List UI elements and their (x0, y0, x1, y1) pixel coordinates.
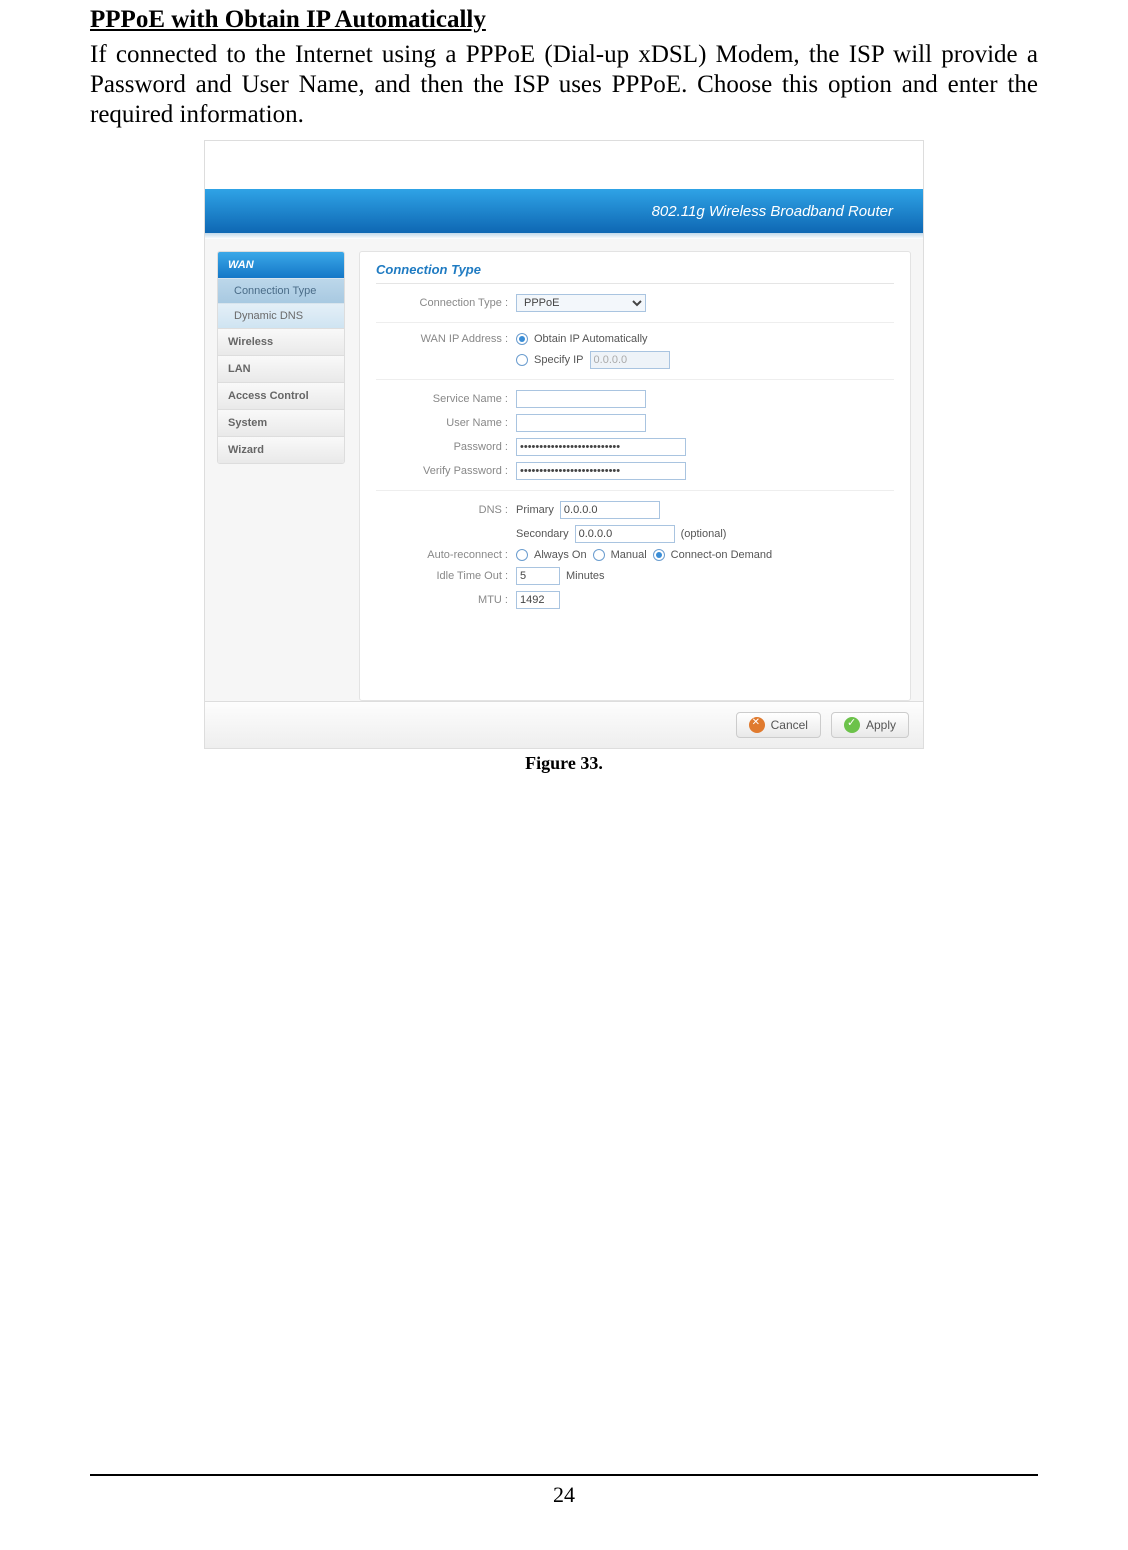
sidebar-item-lan[interactable]: LAN (218, 355, 344, 382)
text-dns-secondary: Secondary (516, 528, 569, 540)
input-idle-timeout[interactable] (516, 567, 560, 585)
apply-label: Apply (866, 718, 896, 732)
page-footer-rule (90, 1474, 1038, 1476)
divider-3 (376, 490, 894, 491)
sidebar-item-access-control[interactable]: Access Control (218, 382, 344, 409)
radio-connect-on-demand[interactable] (653, 549, 665, 561)
input-mtu[interactable] (516, 591, 560, 609)
divider-1 (376, 322, 894, 323)
apply-button[interactable]: Apply (831, 712, 909, 738)
row-dns-primary: DNS : Primary (376, 501, 894, 519)
input-password[interactable] (516, 438, 686, 456)
label-connection-type: Connection Type : (376, 297, 516, 309)
radio-always-on[interactable] (516, 549, 528, 561)
radio-specify-ip[interactable] (516, 354, 528, 366)
text-obtain-ip: Obtain IP Automatically (534, 333, 648, 345)
screenshot-body: WAN Connection Type Dynamic DNS Wireless… (205, 239, 923, 701)
input-dns-primary[interactable] (560, 501, 660, 519)
banner: 802.11g Wireless Broadband Router (205, 189, 923, 233)
figure-caption: Figure 33. (90, 753, 1038, 774)
text-dns-primary: Primary (516, 504, 554, 516)
text-idle-unit: Minutes (566, 570, 605, 582)
sidebar-item-wireless[interactable]: Wireless (218, 328, 344, 355)
radio-manual[interactable] (593, 549, 605, 561)
row-verify-password: Verify Password : (376, 462, 894, 480)
figure-wrapper: 802.11g Wireless Broadband Router WAN Co… (90, 140, 1038, 774)
input-verify-password[interactable] (516, 462, 686, 480)
row-idle-timeout: Idle Time Out : Minutes (376, 567, 894, 585)
sidebar-sub-connection-type[interactable]: Connection Type (218, 278, 344, 303)
label-service-name: Service Name : (376, 393, 516, 405)
page-number: 24 (90, 1482, 1038, 1508)
input-service-name[interactable] (516, 390, 646, 408)
row-mtu: MTU : (376, 591, 894, 609)
row-connection-type: Connection Type : PPPoE (376, 294, 894, 312)
banner-title: 802.11g Wireless Broadband Router (652, 203, 893, 220)
cancel-label: Cancel (771, 718, 808, 732)
cancel-icon (749, 717, 765, 733)
text-manual: Manual (611, 549, 647, 561)
label-auto-reconnect: Auto-reconnect : (376, 549, 516, 561)
section-title: PPPoE with Obtain IP Automatically (90, 6, 1038, 34)
row-dns-secondary: Secondary (optional) (376, 525, 894, 543)
row-password: Password : (376, 438, 894, 456)
sidebar-item-system[interactable]: System (218, 409, 344, 436)
screenshot-top-whitespace (205, 141, 923, 189)
label-password: Password : (376, 441, 516, 453)
radio-obtain-ip[interactable] (516, 333, 528, 345)
main-panel: Connection Type Connection Type : PPPoE … (359, 251, 911, 701)
cancel-button[interactable]: Cancel (736, 712, 821, 738)
section-paragraph: If connected to the Internet using a PPP… (90, 40, 1038, 130)
row-user-name: User Name : (376, 414, 894, 432)
text-connect-on-demand: Connect-on Demand (671, 549, 773, 561)
sidebar-item-wan[interactable]: WAN (218, 252, 344, 278)
row-wan-ip: WAN IP Address : Obtain IP Automatically (376, 333, 894, 345)
row-auto-reconnect: Auto-reconnect : Always On Manual Connec… (376, 549, 894, 561)
input-specify-ip[interactable] (590, 351, 670, 369)
divider-2 (376, 379, 894, 380)
label-user-name: User Name : (376, 417, 516, 429)
row-service-name: Service Name : (376, 390, 894, 408)
label-wan-ip: WAN IP Address : (376, 333, 516, 345)
input-dns-secondary[interactable] (575, 525, 675, 543)
text-specify-ip: Specify IP (534, 354, 584, 366)
bottom-bar: Cancel Apply (205, 701, 923, 748)
apply-icon (844, 717, 860, 733)
input-user-name[interactable] (516, 414, 646, 432)
row-specify-ip: Specify IP (376, 351, 894, 369)
panel-title: Connection Type (376, 262, 894, 284)
router-screenshot: 802.11g Wireless Broadband Router WAN Co… (204, 140, 924, 749)
label-verify-password: Verify Password : (376, 465, 516, 477)
text-always-on: Always On (534, 549, 587, 561)
sidebar-sub-dynamic-dns[interactable]: Dynamic DNS (218, 303, 344, 328)
text-dns-optional: (optional) (681, 528, 727, 540)
select-connection-type[interactable]: PPPoE (516, 294, 646, 312)
sidebar-item-wizard[interactable]: Wizard (218, 436, 344, 463)
label-idle-timeout: Idle Time Out : (376, 570, 516, 582)
label-dns: DNS : (376, 504, 516, 516)
sidebar: WAN Connection Type Dynamic DNS Wireless… (217, 251, 345, 464)
label-mtu: MTU : (376, 594, 516, 606)
